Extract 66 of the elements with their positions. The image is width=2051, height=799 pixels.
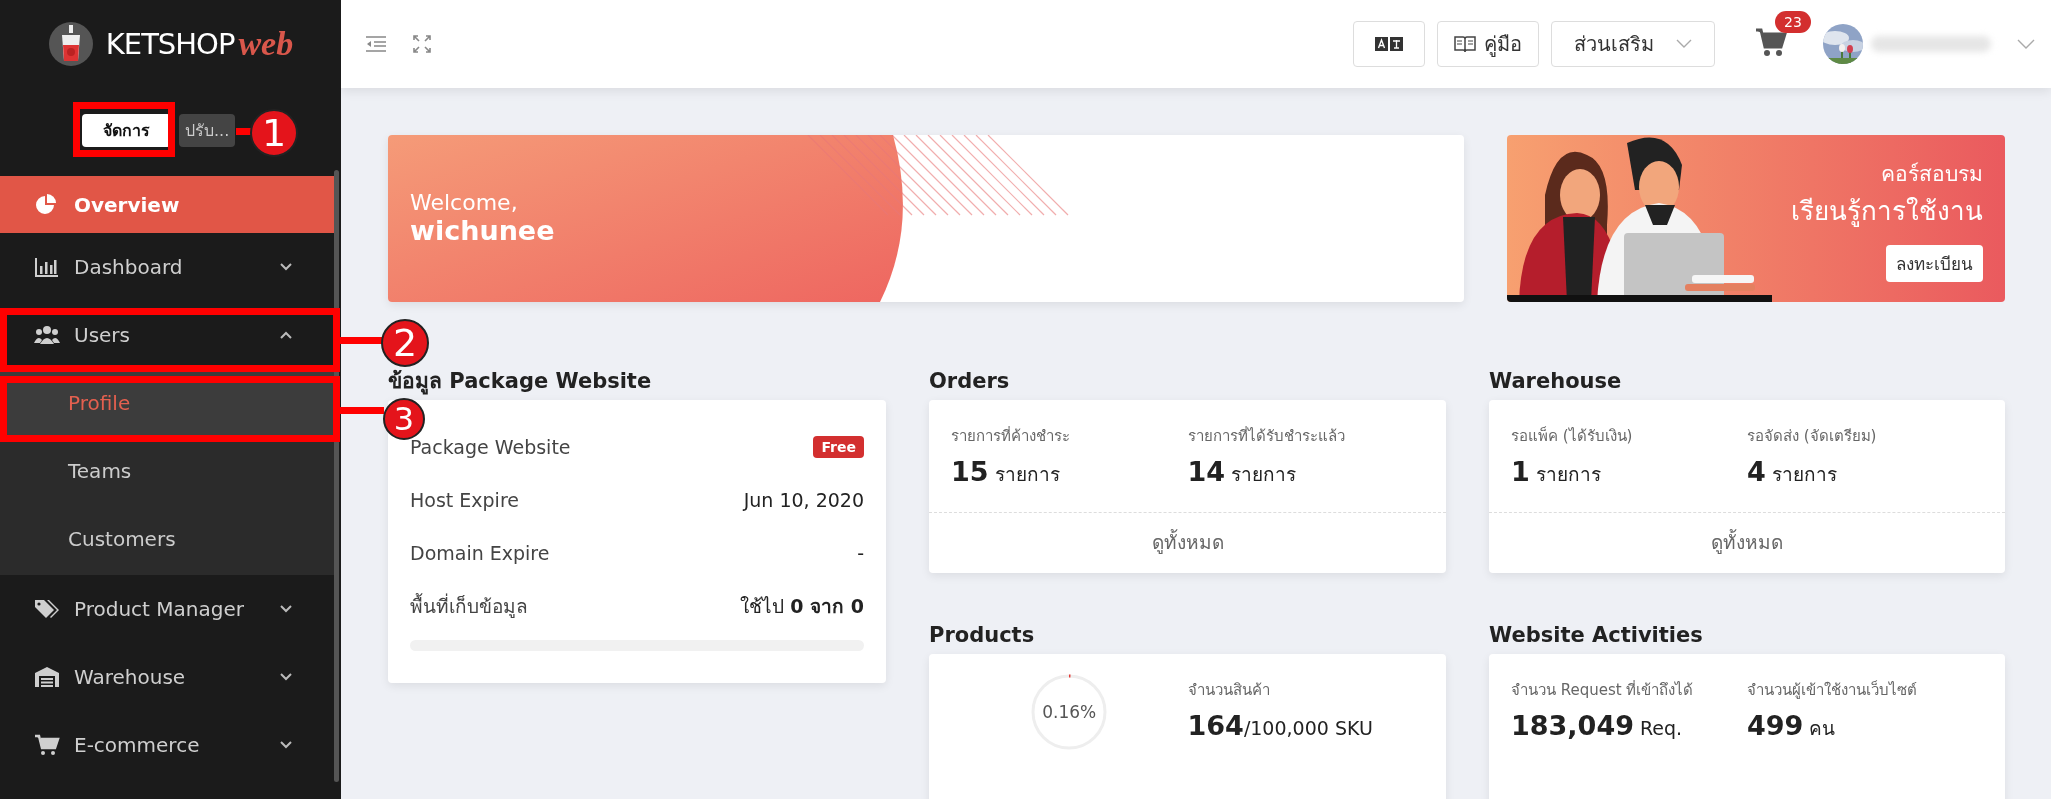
mode-toggle-option[interactable]: ปรับ... [179, 114, 236, 147]
stat-label: รายการที่ได้รับชำระแล้ว [1187, 425, 1346, 447]
stat-value: 14 รายการ [1187, 456, 1298, 489]
row-label: Domain Expire [410, 541, 550, 564]
manual-button[interactable]: คู่มือ [1437, 21, 1539, 67]
row-value: Jun 10, 2020 [743, 488, 864, 511]
user-name: wichunee [410, 215, 555, 246]
translate-icon [1375, 37, 1403, 51]
stat-label: จำนวน Request ที่เข้าถึงได้ [1511, 679, 1695, 701]
stat-label: รายการที่ค้างชำระ [951, 425, 1071, 447]
book-icon [1454, 35, 1476, 53]
logo-text: KETSHOP [105, 27, 235, 61]
stat-value: 164/100,000 SKU [1187, 710, 1374, 741]
view-all-link[interactable]: ดูทั้งหมด [1489, 512, 2005, 573]
scrollbar[interactable] [334, 170, 339, 782]
mode-toggle-option[interactable]: จัดการ [82, 114, 171, 147]
step-number: 2 [381, 319, 429, 367]
submenu-item[interactable]: Teams [0, 437, 334, 505]
cup-logo-icon [47, 21, 94, 67]
section-title: Website Activities [1489, 622, 1704, 649]
chevron-down-icon[interactable] [2017, 38, 2035, 50]
section-title: ข้อมูล Package Website [388, 368, 653, 396]
step-number: 3 [383, 398, 425, 440]
stat-label: จำนวนผู้เข้าใช้งานเว็บไซต์ [1747, 679, 1918, 701]
users-icon [34, 324, 60, 346]
section-title: Orders [929, 368, 1011, 395]
sidebar-item[interactable]: Users [0, 301, 334, 369]
translate-button[interactable] [1353, 21, 1425, 67]
stat-value: 499 คน [1747, 710, 1837, 743]
chevron-down-icon [1676, 39, 1692, 49]
sidebar-item[interactable]: Dashboard [0, 233, 334, 301]
welcome-text: Welcome, [410, 190, 519, 215]
cart-icon [34, 734, 60, 756]
garage-icon [34, 666, 60, 688]
cart-icon[interactable] [1755, 27, 1787, 57]
row-value: ใช้ไป 0 จาก 0 [740, 593, 864, 619]
stat-value: 4 รายการ [1747, 456, 1838, 489]
row-label: พื้นที่เก็บข้อมูล [410, 592, 528, 620]
collapse-menu-icon[interactable] [365, 36, 387, 52]
submenu-item[interactable]: Customers [0, 505, 334, 573]
course-label: คอร์สอบรม [1881, 161, 1983, 188]
section-title: Warehouse [1489, 368, 1623, 395]
sidebar-item[interactable]: E-commerce [0, 711, 334, 779]
tags-icon [34, 598, 60, 620]
row-value: - [857, 541, 864, 564]
stat-value: 15 รายการ [951, 456, 1061, 489]
notification-badge: 23 [1775, 11, 1811, 33]
register-button[interactable]: ลงทะเบียน [1886, 245, 1983, 282]
sidebar-item[interactable]: Warehouse [0, 643, 334, 711]
stat-value: 183,049 Req. [1511, 710, 1684, 741]
view-all-link[interactable]: ดูทั้งหมด [929, 512, 1446, 573]
logo-script-text: web [238, 25, 294, 63]
fullscreen-icon[interactable] [413, 35, 431, 53]
row-label: Host Expire [410, 488, 519, 511]
stat-label: รอจัดส่ง (จัดเตรียม) [1747, 426, 1878, 447]
percent-text: 0.16% [1042, 702, 1097, 722]
stat-value: 1 รายการ [1511, 456, 1602, 489]
section-title: Products [929, 622, 1036, 649]
bar-chart-icon [34, 256, 60, 278]
course-title: เรียนรู้การใช้งาน [1791, 195, 1983, 229]
stat-label: รอแพ็ค (ได้รับเงิน) [1511, 425, 1634, 447]
stat-label: จำนวนสินค้า [1187, 680, 1271, 701]
sidebar-item[interactable]: Overview [0, 176, 334, 233]
plan-badge: Free [813, 435, 864, 458]
sidebar-item[interactable]: Product Manager [0, 575, 334, 643]
addons-dropdown[interactable]: ส่วนเสริม [1551, 21, 1715, 67]
